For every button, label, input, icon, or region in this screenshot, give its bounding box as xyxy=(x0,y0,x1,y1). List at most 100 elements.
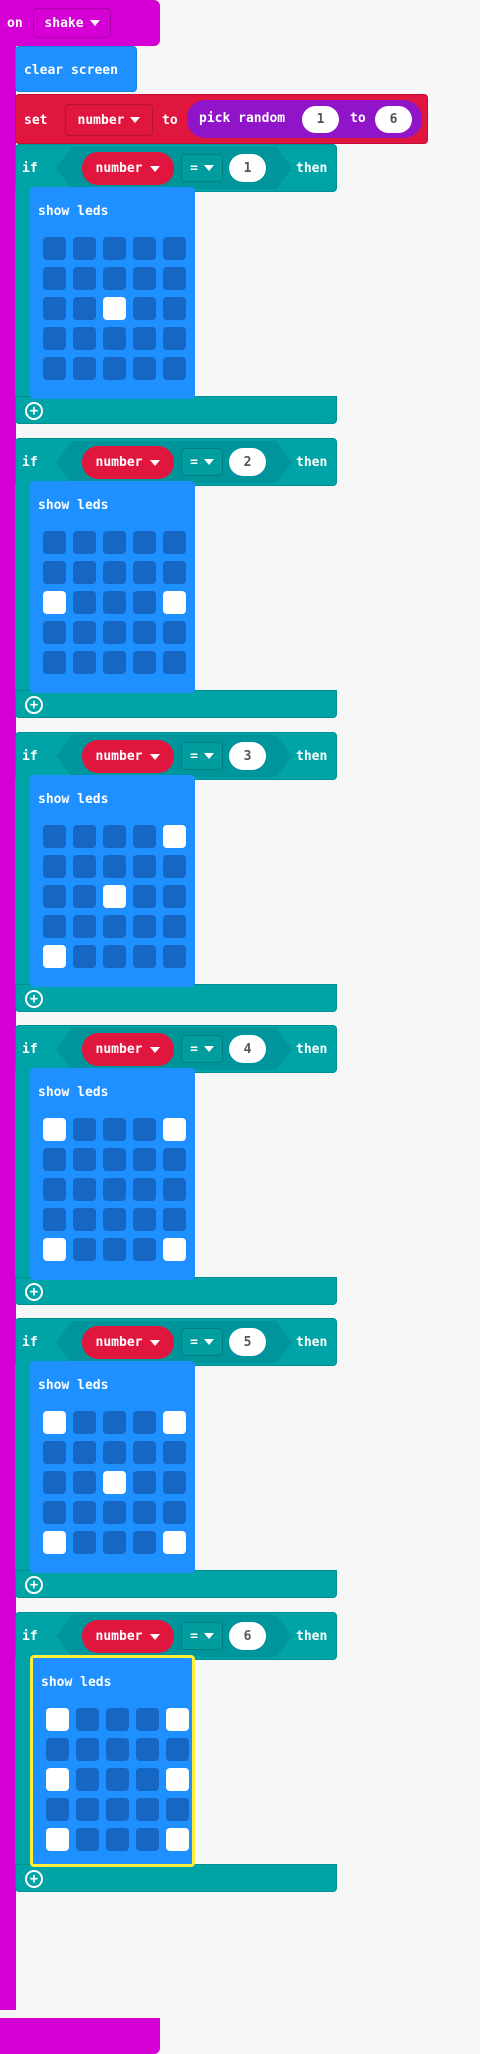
led-cell[interactable] xyxy=(73,885,96,908)
led-cell[interactable] xyxy=(103,1501,126,1524)
led-cell[interactable] xyxy=(43,825,66,848)
led-cell[interactable] xyxy=(163,825,186,848)
led-cell[interactable] xyxy=(43,1471,66,1494)
variable-reporter[interactable]: number xyxy=(82,152,174,185)
led-cell[interactable] xyxy=(103,237,126,260)
led-cell[interactable] xyxy=(106,1708,129,1731)
compare-value-input[interactable]: 6 xyxy=(229,1622,266,1650)
led-cell[interactable] xyxy=(163,561,186,584)
variable-reporter[interactable]: number xyxy=(82,1326,174,1359)
led-cell[interactable] xyxy=(136,1828,159,1851)
operator-dropdown[interactable]: = xyxy=(181,1328,223,1356)
led-cell[interactable] xyxy=(163,1471,186,1494)
led-cell[interactable] xyxy=(73,357,96,380)
led-cell[interactable] xyxy=(163,357,186,380)
led-cell[interactable] xyxy=(73,1441,96,1464)
led-cell[interactable] xyxy=(76,1708,99,1731)
led-cell[interactable] xyxy=(133,1471,156,1494)
led-cell[interactable] xyxy=(133,945,156,968)
variable-reporter[interactable]: number xyxy=(82,1033,174,1066)
set-variable-block[interactable]: set number to pick random 1 to 6 xyxy=(15,94,428,144)
led-cell[interactable] xyxy=(163,591,186,614)
led-cell[interactable] xyxy=(73,297,96,320)
led-cell[interactable] xyxy=(76,1798,99,1821)
led-cell[interactable] xyxy=(43,651,66,674)
led-cell[interactable] xyxy=(73,1208,96,1231)
led-cell[interactable] xyxy=(163,1501,186,1524)
show-leds-block[interactable]: show leds xyxy=(30,481,195,693)
led-cell[interactable] xyxy=(103,1178,126,1201)
led-cell[interactable] xyxy=(133,297,156,320)
led-cell[interactable] xyxy=(103,1208,126,1231)
led-cell[interactable] xyxy=(103,1118,126,1141)
led-cell[interactable] xyxy=(163,651,186,674)
led-cell[interactable] xyxy=(46,1708,69,1731)
led-cell[interactable] xyxy=(103,1531,126,1554)
led-cell[interactable] xyxy=(163,1208,186,1231)
led-cell[interactable] xyxy=(133,1178,156,1201)
led-cell[interactable] xyxy=(163,1148,186,1171)
led-cell[interactable] xyxy=(103,825,126,848)
led-cell[interactable] xyxy=(73,945,96,968)
led-cell[interactable] xyxy=(103,1471,126,1494)
led-cell[interactable] xyxy=(103,267,126,290)
led-cell[interactable] xyxy=(103,915,126,938)
led-cell[interactable] xyxy=(166,1738,189,1761)
led-cell[interactable] xyxy=(73,855,96,878)
led-cell[interactable] xyxy=(46,1828,69,1851)
led-cell[interactable] xyxy=(163,915,186,938)
led-cell[interactable] xyxy=(43,1531,66,1554)
led-cell[interactable] xyxy=(133,885,156,908)
led-cell[interactable] xyxy=(163,237,186,260)
variable-reporter[interactable]: number xyxy=(82,1620,174,1653)
led-cell[interactable] xyxy=(133,327,156,350)
led-cell[interactable] xyxy=(73,561,96,584)
add-else-icon[interactable]: + xyxy=(25,1283,43,1301)
led-cell[interactable] xyxy=(73,267,96,290)
add-else-icon[interactable]: + xyxy=(25,1870,43,1888)
led-cell[interactable] xyxy=(163,885,186,908)
led-cell[interactable] xyxy=(43,237,66,260)
led-cell[interactable] xyxy=(73,1501,96,1524)
led-cell[interactable] xyxy=(43,945,66,968)
led-cell[interactable] xyxy=(73,327,96,350)
led-cell[interactable] xyxy=(133,1441,156,1464)
show-leds-block[interactable]: show leds xyxy=(30,187,195,399)
led-cell[interactable] xyxy=(103,651,126,674)
led-cell[interactable] xyxy=(73,237,96,260)
led-cell[interactable] xyxy=(163,531,186,554)
led-cell[interactable] xyxy=(46,1798,69,1821)
led-cell[interactable] xyxy=(163,855,186,878)
led-cell[interactable] xyxy=(133,267,156,290)
led-cell[interactable] xyxy=(133,1208,156,1231)
led-cell[interactable] xyxy=(133,621,156,644)
led-cell[interactable] xyxy=(133,825,156,848)
led-cell[interactable] xyxy=(163,327,186,350)
led-cell[interactable] xyxy=(43,1178,66,1201)
led-cell[interactable] xyxy=(73,1118,96,1141)
led-cell[interactable] xyxy=(73,1471,96,1494)
compare-value-input[interactable]: 3 xyxy=(229,742,266,770)
led-cell[interactable] xyxy=(106,1828,129,1851)
led-cell[interactable] xyxy=(136,1708,159,1731)
led-cell[interactable] xyxy=(73,651,96,674)
random-min-input[interactable]: 1 xyxy=(302,106,339,133)
show-leds-block[interactable]: show leds xyxy=(30,775,195,987)
show-leds-block[interactable]: show leds xyxy=(30,1068,195,1280)
led-cell[interactable] xyxy=(133,561,156,584)
variable-dropdown[interactable]: number xyxy=(65,104,153,136)
led-cell[interactable] xyxy=(103,1411,126,1434)
led-cell[interactable] xyxy=(133,855,156,878)
led-cell[interactable] xyxy=(133,1531,156,1554)
led-cell[interactable] xyxy=(133,357,156,380)
operator-dropdown[interactable]: = xyxy=(181,154,223,182)
led-cell[interactable] xyxy=(43,915,66,938)
led-cell[interactable] xyxy=(73,1411,96,1434)
led-cell[interactable] xyxy=(43,1501,66,1524)
led-cell[interactable] xyxy=(136,1798,159,1821)
led-cell[interactable] xyxy=(133,1148,156,1171)
led-cell[interactable] xyxy=(133,1501,156,1524)
led-cell[interactable] xyxy=(46,1768,69,1791)
led-cell[interactable] xyxy=(43,885,66,908)
led-cell[interactable] xyxy=(103,531,126,554)
